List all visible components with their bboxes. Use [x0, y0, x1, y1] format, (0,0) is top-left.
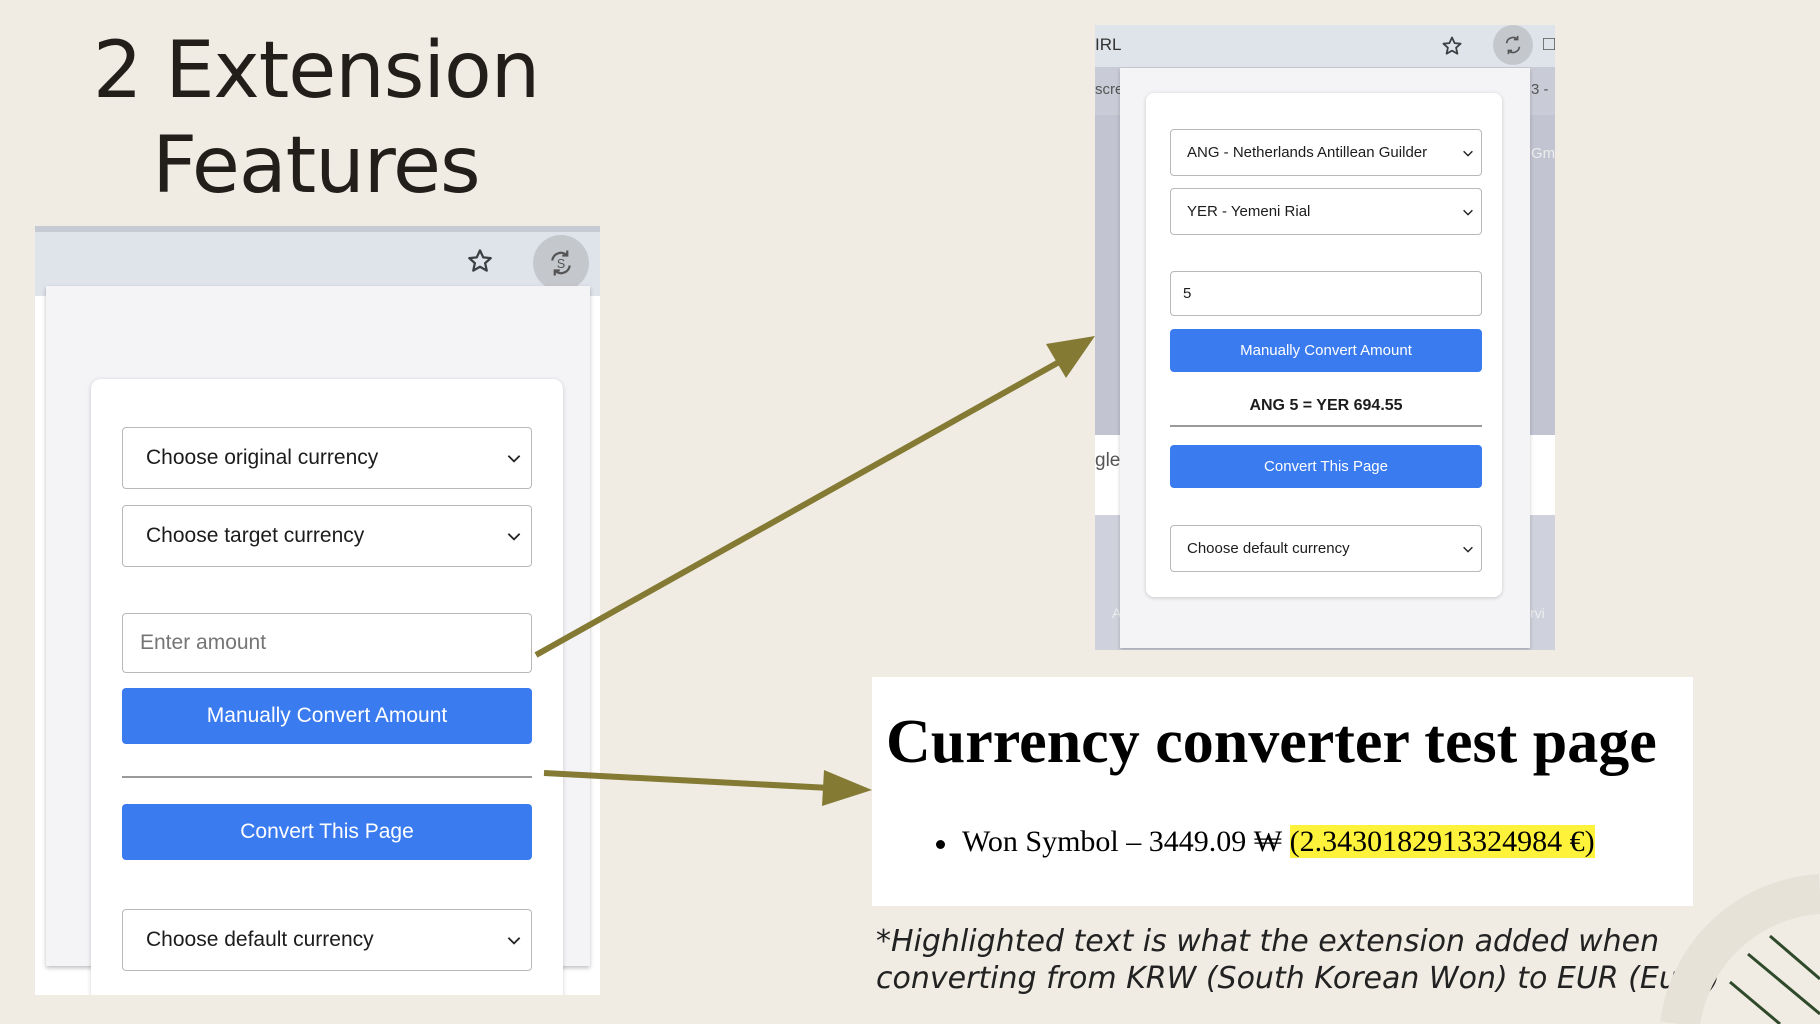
- arrow-overlay: [534, 336, 1095, 806]
- arrow-to-test-page: [543, 770, 872, 806]
- arrow-to-popup: [534, 336, 1095, 658]
- corner-decoration: [1660, 874, 1820, 1024]
